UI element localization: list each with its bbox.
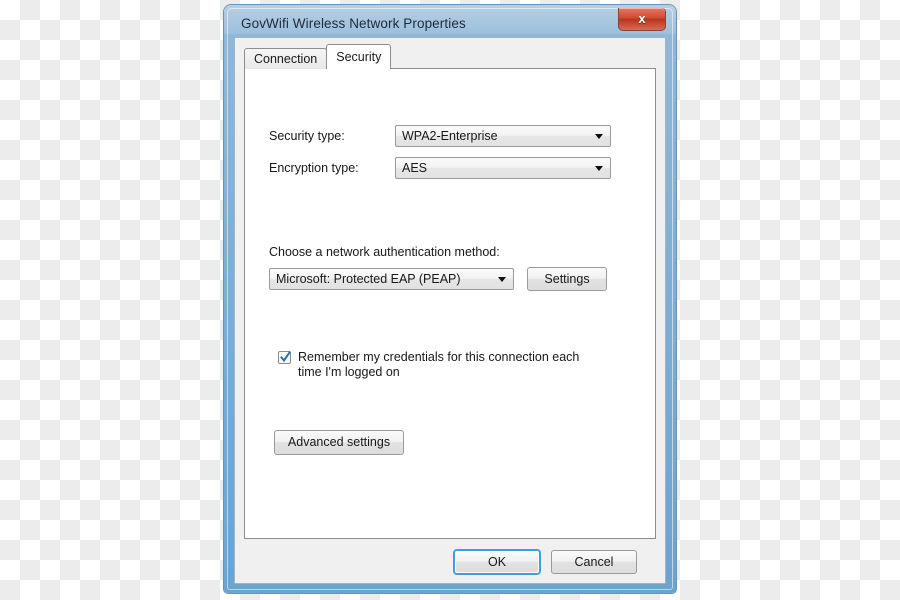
encryption-type-value: AES [402, 161, 428, 175]
auth-method-label: Choose a network authentication method: [269, 245, 500, 259]
auth-method-value: Microsoft: Protected EAP (PEAP) [276, 272, 461, 286]
chevron-down-icon [498, 277, 506, 282]
dialog-window: GovWifi Wireless Network Properties x Co… [224, 5, 676, 593]
tab-connection[interactable]: Connection [244, 48, 328, 69]
auth-method-select[interactable]: Microsoft: Protected EAP (PEAP) [269, 268, 514, 290]
remember-credentials-checkbox[interactable] [278, 351, 291, 364]
title-bar[interactable]: GovWifi Wireless Network Properties x [224, 5, 676, 41]
cancel-button[interactable]: Cancel [551, 550, 637, 574]
remember-credentials-label: Remember my credentials for this connect… [298, 350, 580, 379]
security-type-select[interactable]: WPA2-Enterprise [395, 125, 611, 147]
encryption-type-label: Encryption type: [269, 161, 359, 175]
window-title: GovWifi Wireless Network Properties [241, 16, 466, 31]
ok-button[interactable]: OK [454, 550, 540, 574]
security-type-value: WPA2-Enterprise [402, 129, 498, 143]
encryption-type-select[interactable]: AES [395, 157, 611, 179]
dialog-client-area: Connection Security Security type: WPA2-… [234, 37, 666, 584]
checkmark-icon [280, 351, 291, 363]
close-icon: x [638, 11, 646, 26]
tab-page-security: Security type: WPA2-Enterprise Encryptio… [244, 68, 656, 539]
settings-button[interactable]: Settings [527, 267, 607, 291]
tab-strip: Connection Security [244, 44, 392, 69]
security-type-label: Security type: [269, 129, 345, 143]
close-button[interactable]: x [618, 8, 666, 31]
chevron-down-icon [595, 134, 603, 139]
dialog-footer: OK Cancel [235, 539, 665, 583]
tab-security[interactable]: Security [326, 44, 392, 69]
advanced-settings-button[interactable]: Advanced settings [274, 430, 404, 455]
chevron-down-icon [595, 166, 603, 171]
